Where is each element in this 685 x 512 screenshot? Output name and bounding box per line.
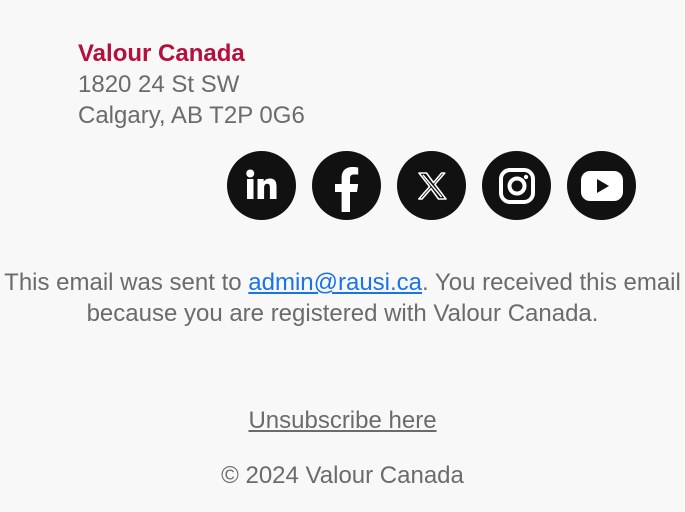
email-link[interactable]: admin@rausi.ca bbox=[248, 269, 422, 296]
youtube-icon[interactable] bbox=[567, 151, 636, 220]
unsubscribe-link[interactable]: Unsubscribe here bbox=[248, 407, 436, 434]
social-links bbox=[227, 151, 636, 221]
notice-prefix: This email was sent to bbox=[4, 269, 249, 296]
organization-name: Valour Canada bbox=[78, 40, 245, 67]
email-footer: Valour Canada 1820 24 St SW Calgary, AB … bbox=[0, 0, 685, 512]
organization-block: Valour Canada 1820 24 St SW Calgary, AB … bbox=[78, 38, 305, 131]
copyright-text: © 2024 Valour Canada bbox=[221, 462, 464, 489]
address-line-2: Calgary, AB T2P 0G6 bbox=[78, 102, 305, 129]
notice-text: This email was sent to admin@rausi.ca. Y… bbox=[0, 267, 685, 329]
unsubscribe-block: Unsubscribe here bbox=[0, 405, 685, 436]
instagram-icon[interactable] bbox=[482, 151, 551, 220]
address-line-1: 1820 24 St SW bbox=[78, 71, 240, 98]
facebook-icon[interactable] bbox=[312, 151, 381, 220]
x-icon[interactable] bbox=[397, 151, 466, 220]
linkedin-icon[interactable] bbox=[227, 151, 296, 220]
